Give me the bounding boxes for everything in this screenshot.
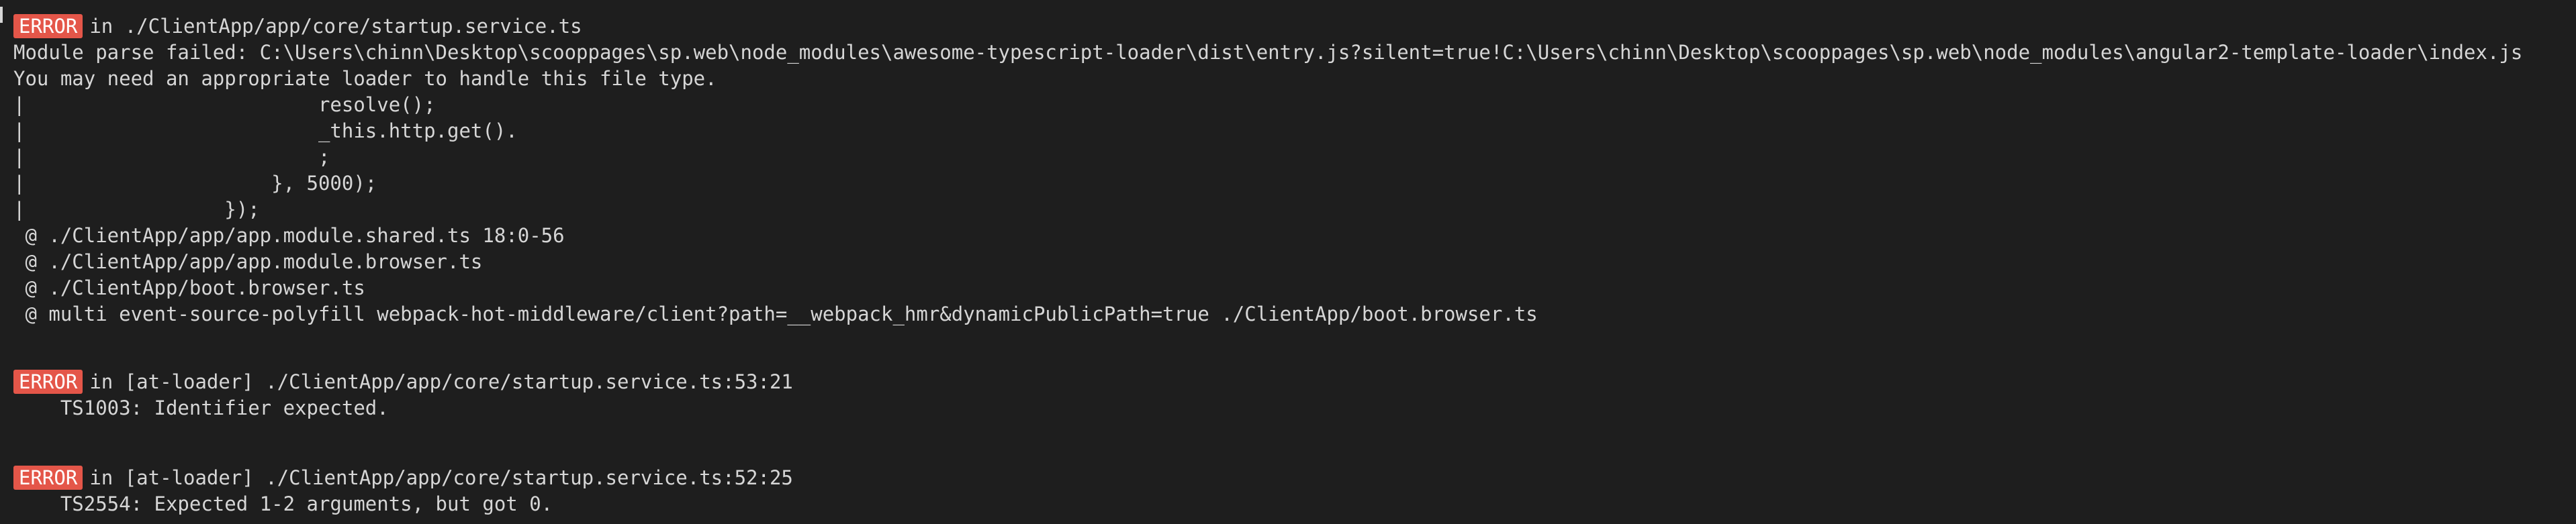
- error-badge: ERROR: [13, 370, 83, 394]
- error-message: TS2554: Expected 1-2 arguments, but got …: [13, 492, 553, 515]
- stack-line: @ ./ClientApp/boot.browser.ts: [13, 276, 365, 299]
- error-block-2: ERROR in [at-loader] ./ClientApp/app/core…: [0, 369, 2576, 421]
- code-line: | ;: [13, 146, 330, 168]
- error-header: ERROR in ./ClientApp/app/core/startup.ser…: [0, 13, 2576, 40]
- error-hint: You may need an appropriate loader to ha…: [13, 67, 717, 90]
- error-header: ERROR in [at-loader] ./ClientApp/app/core…: [0, 465, 2576, 491]
- error-message: TS1003: Identifier expected.: [13, 397, 389, 419]
- error-block-3: ERROR in [at-loader] ./ClientApp/app/core…: [0, 465, 2576, 517]
- terminal-output[interactable]: ERROR in ./ClientApp/app/core/startup.ser…: [0, 0, 2576, 524]
- code-line: | }, 5000);: [13, 172, 377, 195]
- stack-line: @ ./ClientApp/app/app.module.shared.ts 1…: [13, 224, 565, 247]
- error-location: in ./ClientApp/app/core/startup.service.…: [89, 15, 582, 38]
- error-badge: ERROR: [13, 14, 83, 38]
- code-line: | _this.http.get().: [13, 119, 518, 142]
- error-location: in [at-loader] ./ClientApp/app/core/star…: [89, 370, 793, 393]
- code-line: | resolve();: [13, 93, 436, 116]
- error-header: ERROR in [at-loader] ./ClientApp/app/core…: [0, 369, 2576, 395]
- error-badge: ERROR: [13, 466, 83, 490]
- code-line: | });: [13, 198, 260, 221]
- error-location: in [at-loader] ./ClientApp/app/core/star…: [89, 466, 793, 489]
- stack-line: @ multi event-source-polyfill webpack-ho…: [13, 303, 1538, 325]
- stack-line: @ ./ClientApp/app/app.module.browser.ts: [13, 250, 483, 273]
- error-message: Module parse failed: C:\Users\chinn\Desk…: [13, 41, 2523, 64]
- error-block-1: ERROR in ./ClientApp/app/core/startup.ser…: [0, 13, 2576, 327]
